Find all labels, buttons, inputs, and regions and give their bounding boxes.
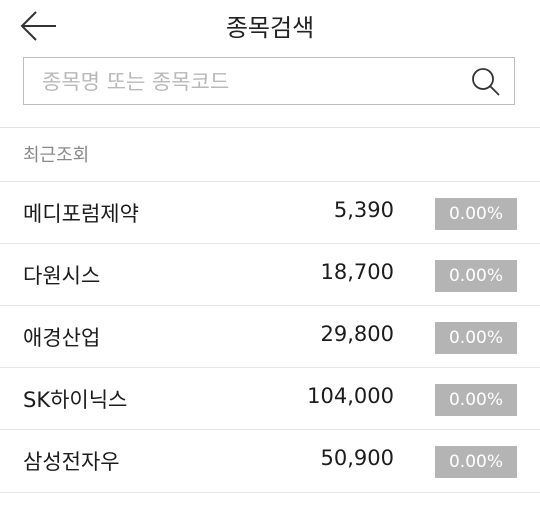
search-box[interactable] [23, 57, 515, 105]
stock-name: 삼성전자우 [23, 450, 120, 474]
search-button[interactable] [470, 66, 502, 98]
page-title: 종목검색 [225, 14, 315, 42]
change-rate-badge: 0.00% [435, 384, 517, 416]
list-item[interactable]: 다원시스 18,700 0.00% [0, 243, 540, 305]
stock-price: 5,390 [333, 198, 394, 222]
stock-name: 애경산업 [23, 326, 101, 350]
stock-name: SK하이닉스 [23, 388, 128, 412]
search-icon [472, 68, 500, 96]
header-bar: 종목검색 [0, 0, 540, 52]
search-input[interactable] [42, 66, 462, 98]
back-button[interactable] [18, 6, 62, 46]
list-item[interactable]: 삼성전자우 50,900 0.00% [0, 429, 540, 493]
divider [0, 127, 540, 128]
list-item[interactable]: 애경산업 29,800 0.00% [0, 305, 540, 367]
recent-section-label: 최근조회 [23, 145, 90, 166]
change-rate-badge: 0.00% [435, 322, 517, 354]
change-rate-badge: 0.00% [435, 446, 517, 478]
stock-price: 50,900 [320, 446, 394, 470]
list-item[interactable]: 메디포럼제약 5,390 0.00% [0, 181, 540, 243]
arrow-left-icon [20, 11, 56, 41]
stock-name: 메디포럼제약 [23, 202, 139, 226]
stock-name: 다원시스 [23, 264, 101, 288]
stock-price: 104,000 [307, 384, 394, 408]
change-rate-badge: 0.00% [435, 260, 517, 292]
stock-price: 18,700 [320, 260, 394, 284]
stock-price: 29,800 [320, 322, 394, 346]
list-item[interactable]: SK하이닉스 104,000 0.00% [0, 367, 540, 429]
recent-stock-list: 메디포럼제약 5,390 0.00% 다원시스 18,700 0.00% 애경산… [0, 181, 540, 493]
change-rate-badge: 0.00% [435, 198, 517, 230]
